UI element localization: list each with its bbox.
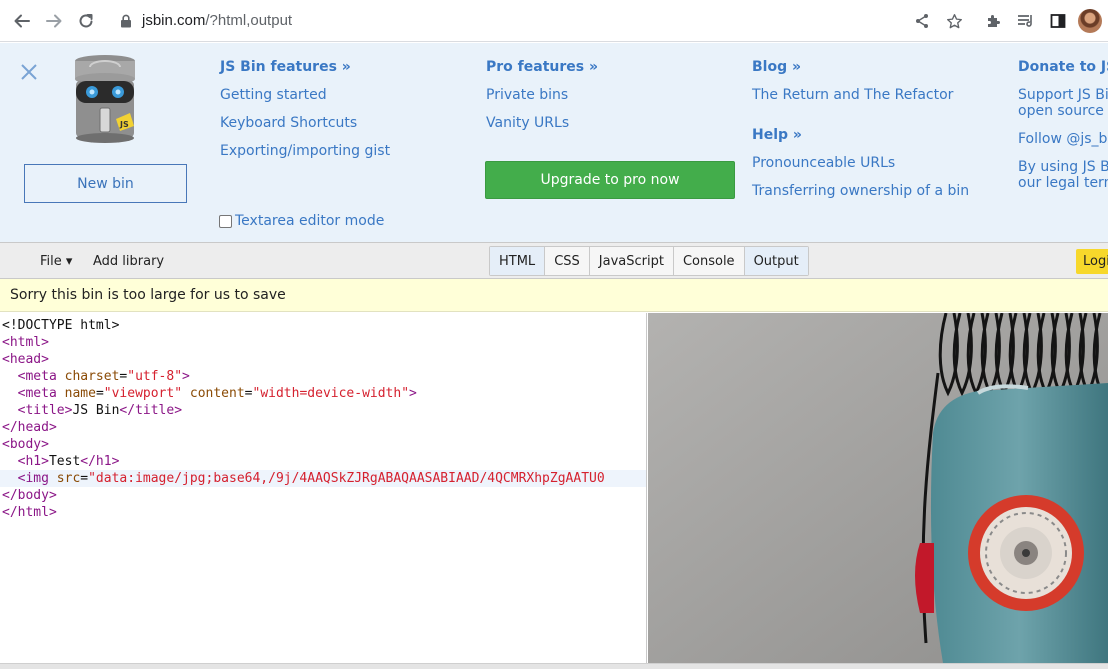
add-library-button[interactable]: Add library: [93, 254, 164, 269]
exporting-gist-link[interactable]: Exporting/importing gist: [220, 143, 390, 159]
upgrade-button[interactable]: Upgrade to pro now: [485, 161, 735, 199]
code-tag: <html>: [2, 335, 49, 350]
reload-icon[interactable]: [74, 9, 98, 33]
code-text: JS Bin: [72, 403, 120, 418]
code-attr: src: [56, 471, 81, 486]
code-text: Test: [48, 454, 81, 469]
code-line: <!DOCTYPE html>: [2, 317, 119, 334]
code-tag: <head>: [2, 352, 49, 367]
vanity-urls-link[interactable]: Vanity URLs: [486, 115, 569, 131]
jsbin-features-link[interactable]: JS Bin features »: [220, 59, 351, 75]
code-attr: charset: [64, 369, 120, 384]
follow-twitter-link[interactable]: Follow @js_bin: [1018, 131, 1108, 147]
code-tag: <body>: [2, 437, 49, 452]
output-panel[interactable]: [648, 313, 1108, 663]
code-line: </html>: [2, 504, 57, 521]
code-tag: <h1>: [17, 454, 49, 469]
url-path: /?html,output: [205, 12, 293, 29]
blog-link[interactable]: Blog »: [752, 59, 801, 75]
textarea-mode-label: Textarea editor mode: [235, 213, 385, 229]
tab-output[interactable]: Output: [744, 247, 808, 275]
output-image-robot: [648, 313, 1108, 663]
save-warning-banner: Sorry this bin is too large for us to sa…: [0, 279, 1108, 312]
code-tag: </body>: [2, 488, 57, 503]
blog-post-link[interactable]: The Return and The Refactor: [752, 87, 953, 103]
side-panel-icon[interactable]: [1046, 9, 1070, 33]
getting-started-link[interactable]: Getting started: [220, 87, 327, 103]
lock-icon[interactable]: [120, 14, 132, 33]
pronounceable-urls-link[interactable]: Pronounceable URLs: [752, 155, 895, 171]
code-tag: <meta: [17, 386, 57, 401]
code-tag: </head>: [2, 420, 57, 435]
jsbin-toolbar: File ▾ Add library HTML CSS JavaScript C…: [0, 242, 1108, 279]
code-tag: </h1>: [80, 454, 120, 469]
tab-console[interactable]: Console: [674, 247, 745, 275]
file-menu[interactable]: File ▾: [40, 254, 72, 269]
code-string: "viewport": [103, 386, 183, 401]
star-icon[interactable]: [942, 9, 966, 33]
tab-javascript[interactable]: JavaScript: [590, 247, 674, 275]
code-tag: <title>: [17, 403, 73, 418]
code-line-active: <img src="data:image/jpg;base64,/9j/4AAQ…: [0, 470, 646, 487]
textarea-mode-checkbox[interactable]: [219, 214, 232, 228]
reading-list-icon[interactable]: [1014, 9, 1038, 33]
private-bins-link[interactable]: Private bins: [486, 87, 568, 103]
code-line: <meta charset="utf-8">: [17, 369, 190, 384]
support-jsbin-link[interactable]: Support JS Bin to keep the open source &: [1018, 87, 1108, 119]
status-strip: [0, 663, 1108, 669]
close-icon[interactable]: [19, 62, 39, 82]
code-attr: content: [189, 386, 245, 401]
profile-avatar[interactable]: [1078, 9, 1102, 33]
code-line: </body>: [2, 487, 57, 504]
jsbin-logo: JS: [70, 53, 140, 145]
url-host: jsbin.com: [142, 12, 206, 29]
browser-toolbar: jsbin.com/?html,output: [0, 0, 1108, 42]
code-line: <title>JS Bin</title>: [2, 402, 182, 419]
panel-tabs: HTML CSS JavaScript Console Output: [489, 246, 809, 276]
address-bar[interactable]: jsbin.com/?html,output: [110, 4, 974, 38]
code-tag: </title>: [119, 403, 183, 418]
doctype: <!DOCTYPE html>: [2, 318, 120, 333]
tab-css[interactable]: CSS: [545, 247, 590, 275]
keyboard-shortcuts-link[interactable]: Keyboard Shortcuts: [220, 115, 357, 131]
back-icon[interactable]: [10, 9, 34, 33]
code-string: "width=device-width": [252, 386, 410, 401]
code-line: <h1>Test</h1>: [2, 453, 120, 470]
code-line: <html>: [2, 334, 49, 351]
help-link[interactable]: Help »: [752, 127, 802, 143]
save-warning-text: Sorry this bin is too large for us to sa…: [10, 287, 286, 303]
code-string: "utf-8": [127, 369, 183, 384]
login-button[interactable]: Login: [1076, 249, 1108, 274]
code-line: <head>: [2, 351, 49, 368]
code-tag: <meta: [17, 369, 57, 384]
extensions-icon[interactable]: [982, 9, 1006, 33]
donate-link[interactable]: Donate to JS: [1018, 59, 1108, 75]
code-attr: name: [64, 386, 96, 401]
code-tag: <img: [17, 471, 49, 486]
code-line: <meta name="viewport" content="width=dev…: [17, 386, 417, 401]
tab-html[interactable]: HTML: [490, 247, 546, 275]
url-text: jsbin.com/?html,output: [142, 12, 292, 29]
pro-features-link[interactable]: Pro features »: [486, 59, 598, 75]
legal-terms-link[interactable]: By using JS Bin you agree to our legal t…: [1018, 159, 1108, 191]
html-editor[interactable]: <!DOCTYPE html> <html> <head> <meta char…: [0, 313, 647, 663]
new-bin-button[interactable]: New bin: [24, 164, 187, 203]
transfer-ownership-link[interactable]: Transferring ownership of a bin: [752, 183, 969, 199]
forward-icon[interactable]: [42, 9, 66, 33]
share-icon[interactable]: [910, 9, 934, 33]
textarea-mode-toggle[interactable]: Textarea editor mode: [219, 213, 384, 229]
svg-text:JS: JS: [119, 120, 129, 129]
code-line: <body>: [2, 436, 49, 453]
code-tag: </html>: [2, 505, 57, 520]
code-string: "data:image/jpg;base64,/9j/4AAQSkZJRgABA…: [88, 471, 605, 486]
help-panel: JS New bin JS Bin features » Getting sta…: [0, 43, 1108, 242]
code-line: </head>: [2, 419, 57, 436]
